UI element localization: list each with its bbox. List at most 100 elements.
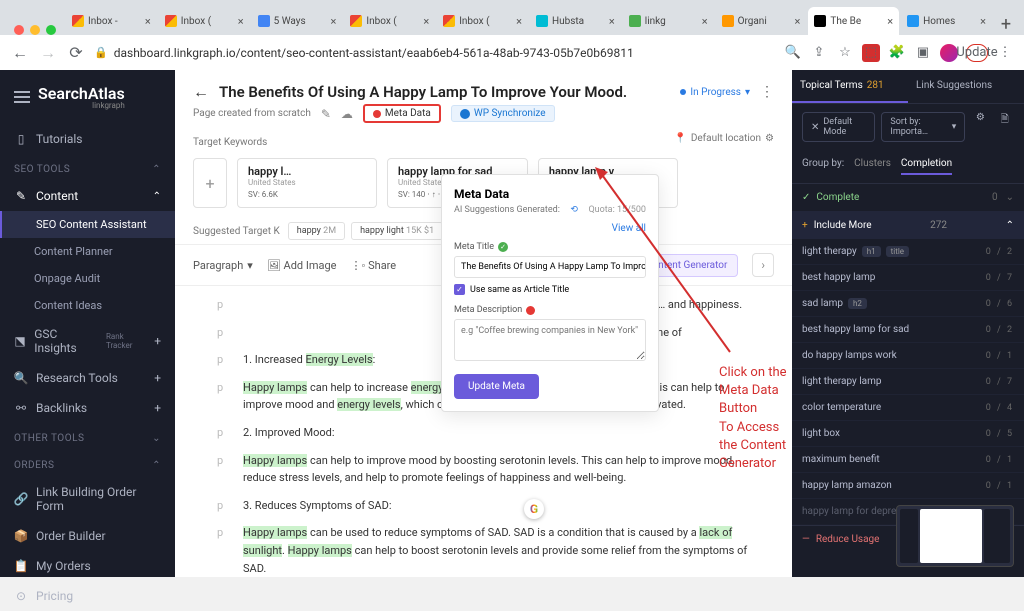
chevron-up-icon[interactable]: ⌃ bbox=[152, 164, 161, 175]
url-bar[interactable]: 🔒 dashboard.linkgraph.io/content/seo-con… bbox=[94, 46, 776, 60]
new-tab-button[interactable]: + bbox=[994, 14, 1018, 35]
minimap-preview[interactable] bbox=[896, 505, 1014, 567]
sidebar-subitem[interactable]: Content Ideas bbox=[0, 292, 175, 319]
sidebar-content[interactable]: ✎Content⌃ bbox=[0, 181, 175, 211]
edit-icon[interactable]: ✎ bbox=[321, 107, 331, 121]
wp-synchronize-button[interactable]: WP Synchronize bbox=[451, 105, 555, 122]
suggestion-chip[interactable]: happy light 15K $1 bbox=[351, 222, 443, 240]
search-icon[interactable]: 🔍 bbox=[784, 44, 802, 62]
term-row[interactable]: light therapyh1title0 / 2 bbox=[792, 239, 1024, 265]
paragraph-selector[interactable]: Paragraph ▾ bbox=[193, 259, 253, 272]
section-include-more[interactable]: +Include More272⌃ bbox=[792, 212, 1024, 239]
sort-by-selector[interactable]: Sort by: Importa… ▾ bbox=[881, 112, 965, 142]
browser-tab[interactable]: Inbox (× bbox=[159, 7, 250, 35]
sidebar-gsc[interactable]: ⬔GSC InsightsRank Tracker+ bbox=[0, 319, 175, 363]
close-tab-icon[interactable]: × bbox=[423, 15, 429, 28]
default-mode-pill[interactable]: ✕Default Mode bbox=[802, 112, 875, 142]
browser-menu-icon[interactable]: ⋮ bbox=[996, 44, 1014, 62]
sidebar-tutorials[interactable]: ▯Tutorials bbox=[0, 124, 175, 154]
sidebar-order-item[interactable]: ⊙Pricing bbox=[0, 581, 175, 611]
meta-description-input[interactable] bbox=[454, 319, 646, 361]
panel-icon[interactable]: ▣ bbox=[914, 44, 932, 62]
plus-icon[interactable]: + bbox=[154, 371, 161, 385]
gear-icon[interactable]: ⚙ bbox=[971, 112, 989, 142]
paragraph-text[interactable]: 2. Improved Mood: bbox=[243, 424, 750, 442]
paragraph-text[interactable]: Happy lamps can be used to reduce sympto… bbox=[243, 524, 750, 577]
term-row[interactable]: happy lamp amazon0 / 1 bbox=[792, 473, 1024, 499]
browser-tab[interactable]: Homes× bbox=[901, 7, 992, 35]
close-tab-icon[interactable]: × bbox=[238, 15, 244, 28]
close-tab-icon[interactable]: × bbox=[887, 15, 893, 28]
tab-link-suggestions[interactable]: Link Suggestions bbox=[908, 70, 1024, 103]
term-row[interactable]: do happy lamps work0 / 1 bbox=[792, 343, 1024, 369]
sidebar-backlinks[interactable]: ⚯Backlinks+ bbox=[0, 393, 175, 423]
browser-tab[interactable]: Hubsta× bbox=[530, 7, 621, 35]
term-row[interactable]: best happy lamp0 / 7 bbox=[792, 265, 1024, 291]
maximize-window[interactable] bbox=[46, 25, 56, 35]
back-icon[interactable]: ← bbox=[10, 43, 30, 63]
toolbar-next-icon[interactable]: › bbox=[752, 253, 774, 277]
group-completion[interactable]: Completion bbox=[901, 158, 952, 175]
browser-tab[interactable]: linkg× bbox=[623, 7, 714, 35]
term-row[interactable]: maximum benefit0 / 1 bbox=[792, 447, 1024, 473]
close-tab-icon[interactable]: × bbox=[980, 15, 986, 28]
browser-tab[interactable]: Inbox (× bbox=[437, 7, 528, 35]
suggestion-chip[interactable]: happy 2M bbox=[288, 222, 345, 240]
group-clusters[interactable]: Clusters bbox=[854, 158, 891, 175]
paragraph-text[interactable]: 3. Reduces Symptoms of SAD: bbox=[243, 497, 750, 515]
add-image-button[interactable]: 🖼 Add Image bbox=[267, 259, 337, 272]
use-same-checkbox[interactable]: ✓Use same as Article Title bbox=[454, 284, 646, 295]
browser-tab[interactable]: 5 Ways× bbox=[252, 7, 343, 35]
term-row[interactable]: sad lamph20 / 6 bbox=[792, 291, 1024, 317]
term-row[interactable]: color temperature0 / 4 bbox=[792, 395, 1024, 421]
cloud-icon[interactable]: ☁ bbox=[341, 107, 353, 121]
share-button[interactable]: ⋮◦ Share bbox=[350, 259, 396, 272]
close-window[interactable] bbox=[14, 25, 24, 35]
status-badge[interactable]: In Progress ▾ bbox=[680, 87, 750, 98]
browser-tab[interactable]: The Be× bbox=[808, 7, 899, 35]
back-arrow-icon[interactable]: ← bbox=[193, 82, 209, 102]
section-complete[interactable]: ✓Complete0⌄ bbox=[792, 184, 1024, 212]
bookmark-icon[interactable]: ☆ bbox=[836, 44, 854, 62]
close-tab-icon[interactable]: × bbox=[795, 15, 801, 28]
export-icon[interactable]: 🗎 bbox=[996, 112, 1014, 142]
close-tab-icon[interactable]: × bbox=[702, 15, 708, 28]
refresh-icon[interactable]: ⟲ bbox=[570, 205, 578, 215]
term-row[interactable]: light therapy lamp0 / 7 bbox=[792, 369, 1024, 395]
chevron-up-icon[interactable]: ⌃ bbox=[152, 460, 161, 471]
browser-tab[interactable]: Inbox (× bbox=[344, 7, 435, 35]
keyword-card[interactable]: happy l…United StatesSV: 6.6K bbox=[237, 158, 377, 208]
close-tab-icon[interactable]: × bbox=[516, 15, 522, 28]
chevron-down-icon[interactable]: ⌄ bbox=[152, 433, 161, 444]
browser-tab[interactable]: Inbox -× bbox=[66, 7, 157, 35]
google-badge-icon[interactable]: G bbox=[524, 499, 544, 519]
extension-badge[interactable]: ⬚ bbox=[862, 44, 880, 62]
forward-icon[interactable]: → bbox=[38, 43, 58, 63]
share-icon[interactable]: ⇪ bbox=[810, 44, 828, 62]
tab-topical-terms[interactable]: Topical Terms281 bbox=[792, 70, 908, 103]
sidebar-order-item[interactable]: 📦Order Builder bbox=[0, 521, 175, 551]
sidebar-order-item[interactable]: 🔗Link Building Order Form bbox=[0, 477, 175, 521]
add-keyword-button[interactable]: + bbox=[193, 158, 227, 208]
browser-tab[interactable]: Organi× bbox=[716, 7, 807, 35]
term-row[interactable]: best happy lamp for sad0 / 2 bbox=[792, 317, 1024, 343]
sidebar-subitem[interactable]: Onpage Audit bbox=[0, 265, 175, 292]
close-tab-icon[interactable]: × bbox=[145, 15, 151, 28]
meta-title-input[interactable]: The Benefits Of Using A Happy Lamp To Im… bbox=[454, 256, 646, 278]
update-button[interactable]: Update bbox=[966, 44, 988, 62]
sidebar-research[interactable]: 🔍Research Tools+ bbox=[0, 363, 175, 393]
plus-icon[interactable]: + bbox=[154, 401, 161, 415]
meta-data-button[interactable]: Meta Data bbox=[363, 104, 441, 123]
close-tab-icon[interactable]: × bbox=[331, 15, 337, 28]
close-tab-icon[interactable]: × bbox=[609, 15, 615, 28]
extensions-icon[interactable]: 🧩 bbox=[888, 44, 906, 62]
hamburger-icon[interactable] bbox=[14, 91, 30, 103]
sidebar-subitem[interactable]: SEO Content Assistant bbox=[0, 211, 175, 238]
reload-icon[interactable]: ⟳ bbox=[66, 43, 86, 62]
minimize-window[interactable] bbox=[30, 25, 40, 35]
plus-icon[interactable]: + bbox=[154, 334, 161, 348]
paragraph-text[interactable]: Happy lamps can help to improve mood by … bbox=[243, 452, 750, 487]
sidebar-subitem[interactable]: Content Planner bbox=[0, 238, 175, 265]
view-all-link[interactable]: View all bbox=[612, 223, 646, 234]
term-row[interactable]: light box0 / 5 bbox=[792, 421, 1024, 447]
